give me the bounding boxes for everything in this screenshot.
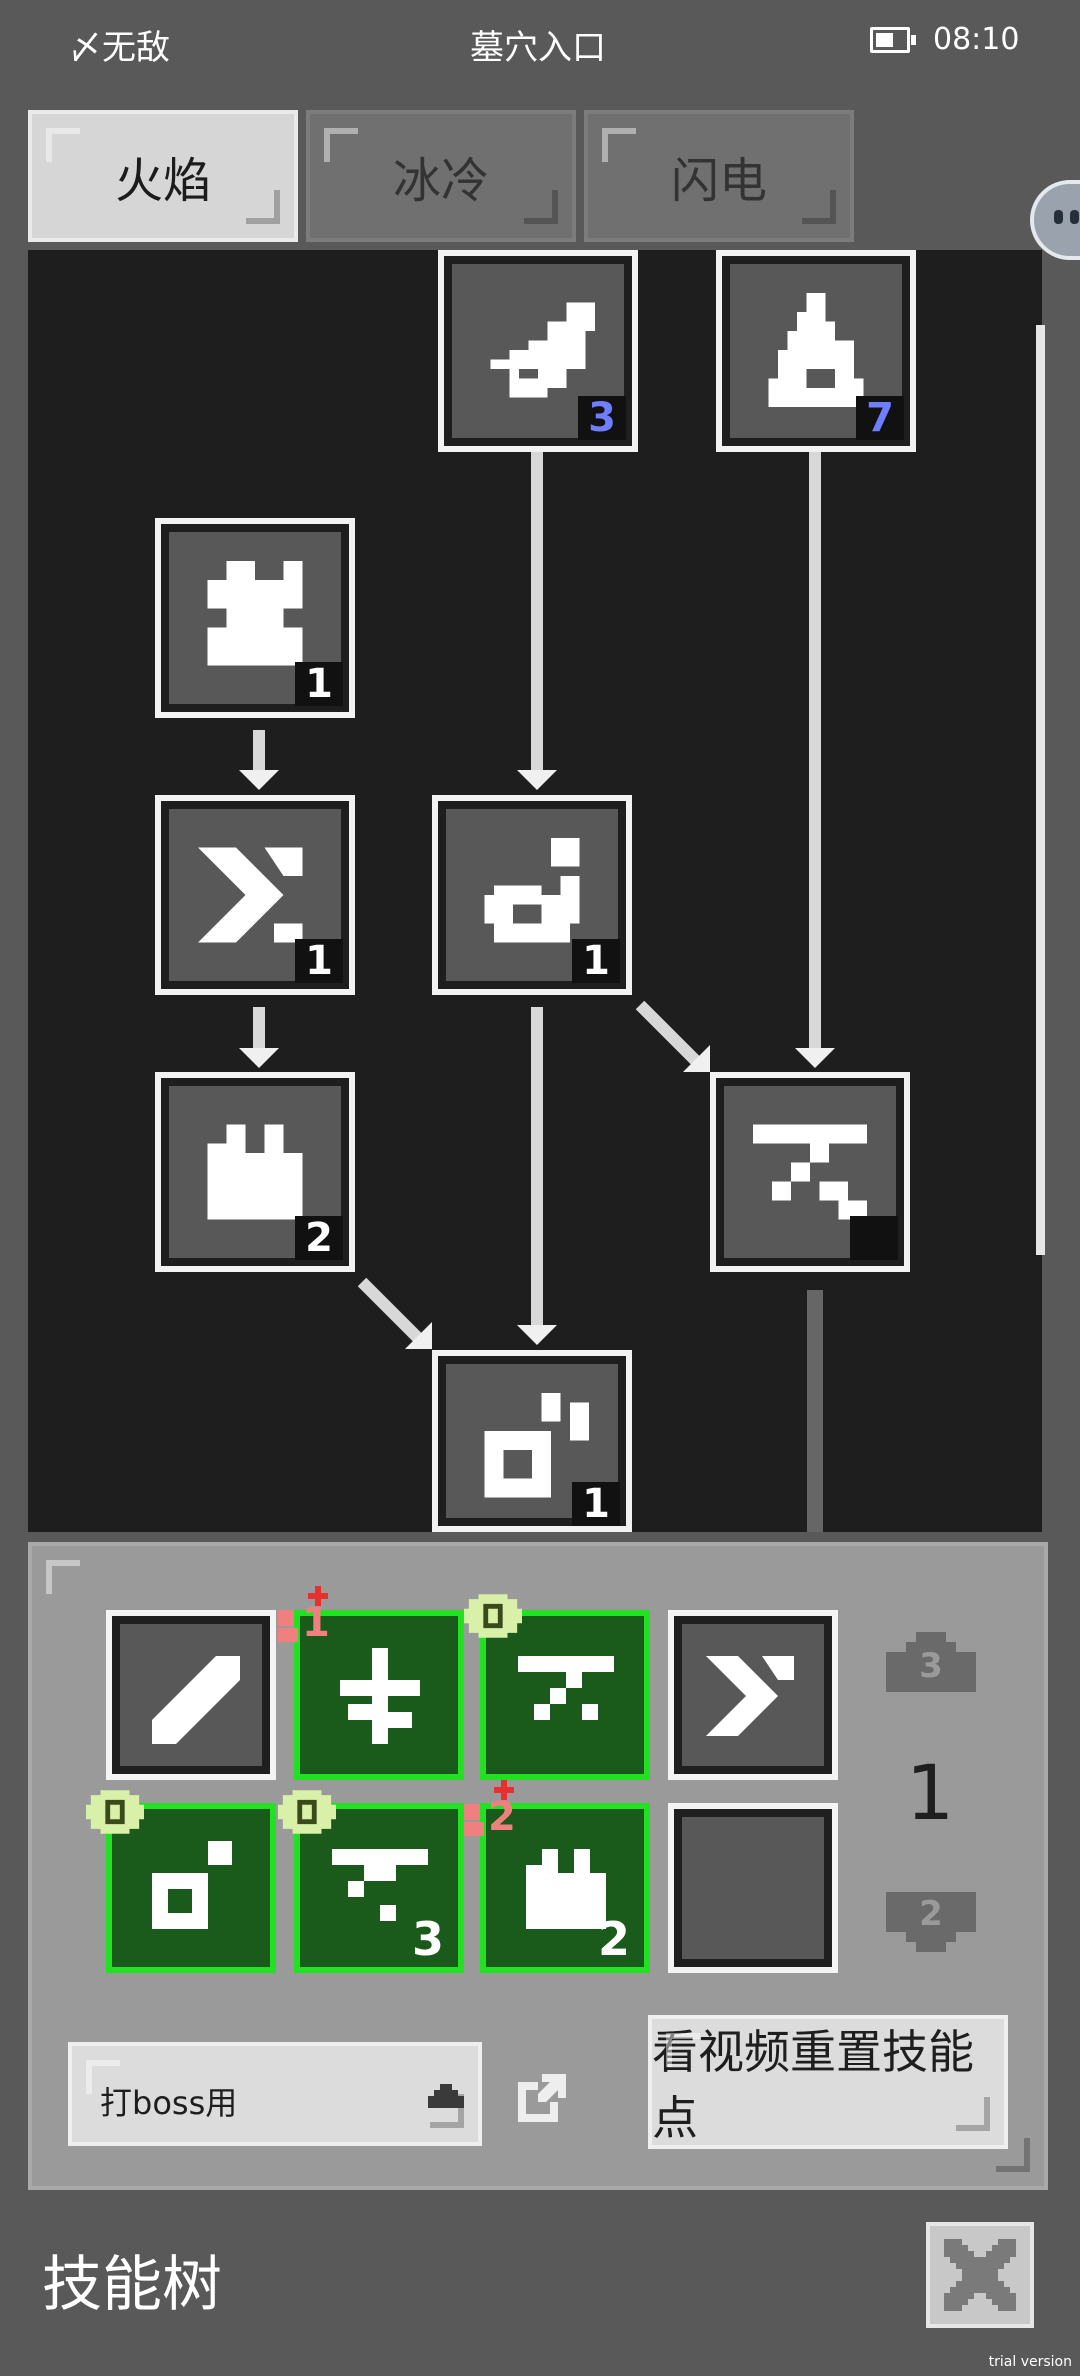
tab-fire[interactable]: 火焰 (28, 110, 298, 242)
slot-level: 2 (597, 1912, 630, 1966)
skill-node-fire-comet[interactable]: 3 (438, 250, 638, 452)
skill-node-fire-spiral[interactable]: 1 (432, 1350, 632, 1532)
preset-select-value: 打boss用 (100, 2084, 238, 2122)
reset-button-label: 看视频重置技能点 (652, 2025, 974, 2145)
skill-node-fire-storm[interactable]: 2 (155, 1072, 355, 1272)
node-level: 1 (295, 662, 343, 706)
skill-node-fire-dash[interactable]: 1 (155, 795, 355, 995)
location-title: 墓穴入口 (470, 28, 606, 68)
trial-watermark: trial version (988, 2354, 1072, 2370)
comet-icon (152, 1656, 240, 1744)
upgrade-count: 1 (302, 1600, 330, 1646)
page-up-button[interactable]: 3 (886, 1632, 976, 1692)
tab-ice[interactable]: 冰冷 (306, 110, 576, 242)
node-level: 1 (572, 939, 620, 983)
node-level (850, 1216, 898, 1260)
page-down-number: 2 (919, 1894, 943, 1934)
tree-scrollbar[interactable] (1036, 325, 1045, 1255)
carrier-label: 〆无敌 (68, 28, 170, 68)
node-level: 1 (572, 1482, 620, 1526)
eye-icon (86, 1790, 144, 1834)
dropdown-arrow-icon (428, 2084, 464, 2108)
skill-node-fire-pillar[interactable]: 7 (716, 250, 916, 452)
close-button[interactable] (926, 2222, 1034, 2328)
skill-node-fire-burst[interactable]: 1 (155, 518, 355, 718)
tab-lightning-label: 闪电 (670, 153, 767, 209)
loadout-slot-4[interactable] (668, 1610, 838, 1780)
upgrade-badge: 1 (278, 1586, 348, 1656)
clock: 08:10 (933, 22, 1020, 57)
skill-node-fire-meteor[interactable]: 1 (432, 795, 632, 995)
tab-fire-label: 火焰 (114, 153, 211, 209)
page-up-number: 3 (919, 1646, 943, 1686)
node-level: 1 (295, 939, 343, 983)
eye-icon (278, 1790, 336, 1834)
node-level: 7 (856, 396, 904, 440)
tab-lightning[interactable]: 闪电 (584, 110, 854, 242)
upgrade-badge: 2 (464, 1780, 534, 1850)
battery-icon (870, 27, 916, 53)
skill-node-fire-tornado[interactable] (710, 1072, 910, 1272)
tab-ice-label: 冰冷 (392, 153, 489, 209)
upgrade-count: 2 (488, 1794, 516, 1840)
page-title: 技能树 (42, 2250, 222, 2320)
preset-select[interactable]: 打boss用 (68, 2042, 482, 2146)
page-down-button[interactable]: 2 (886, 1892, 976, 1952)
tornado-icon (518, 1656, 614, 1720)
watch-video-reset-button[interactable]: 看视频重置技能点 (648, 2015, 1008, 2149)
eye-icon (464, 1594, 522, 1638)
slot-level: 3 (411, 1912, 444, 1966)
spiral-icon (152, 1841, 232, 1929)
loadout-slot-8-empty[interactable] (668, 1803, 838, 1973)
loadout-slot-1[interactable] (106, 1610, 276, 1780)
node-level: 2 (295, 1216, 343, 1260)
loadout-page-number: 1 (905, 1748, 955, 1837)
node-level: 3 (578, 396, 626, 440)
dash-icon (706, 1656, 794, 1736)
export-icon[interactable] (518, 2074, 566, 2122)
close-icon (944, 2239, 1016, 2311)
assistant-float-button[interactable] (1030, 180, 1080, 260)
